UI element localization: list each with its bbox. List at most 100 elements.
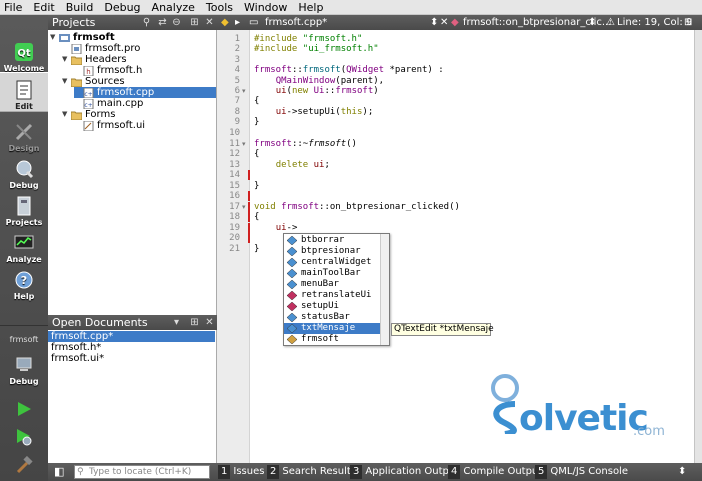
completion-item[interactable]: btborrar: [284, 235, 380, 246]
code-line[interactable]: }: [254, 117, 259, 127]
more-panes-icon[interactable]: ⬍: [678, 465, 686, 479]
back-icon[interactable]: ◆: [221, 16, 229, 29]
completion-item-label: centralWidget: [301, 257, 372, 267]
target-selector[interactable]: Debug: [0, 348, 48, 386]
completion-item[interactable]: txtMensaje: [284, 323, 380, 334]
code-line[interactable]: QMainWindow(parent),: [254, 76, 384, 86]
svg-text:c+: c+: [84, 91, 92, 98]
tree-item-folder[interactable]: ▼ Headers: [62, 54, 127, 65]
completion-item[interactable]: menuBar: [284, 279, 380, 290]
code-line[interactable]: frmsoft::~frmsoft(): [254, 139, 357, 149]
split-icon[interactable]: ⊞: [188, 16, 201, 29]
mode-projects[interactable]: Projects: [0, 187, 48, 227]
completion-item-label: frmsoft: [301, 334, 339, 344]
collapse-icon[interactable]: ▼: [50, 32, 59, 43]
combo-arrow-icon[interactable]: ⬍: [430, 16, 438, 29]
mode-help[interactable]: ? Help: [0, 261, 48, 301]
tree-item-file[interactable]: frmsoft.pro: [62, 43, 140, 54]
completion-item[interactable]: centralWidget: [284, 257, 380, 268]
projects-pane-title[interactable]: Projects: [52, 16, 95, 29]
close-document-icon[interactable]: ✕: [440, 16, 448, 29]
completion-item[interactable]: mainToolBar: [284, 268, 380, 279]
code-line[interactable]: ui->: [254, 223, 298, 233]
output-pane-qml-console[interactable]: 5 QML/JS Console: [535, 465, 628, 479]
code-line[interactable]: delete ui;: [254, 160, 330, 170]
code-line[interactable]: {: [254, 212, 259, 222]
toggle-sidebar-icon[interactable]: ◧: [54, 465, 64, 479]
sync-icon[interactable]: ⇄: [156, 16, 169, 29]
code-line[interactable]: {: [254, 149, 259, 159]
collapse-icon[interactable]: ▼: [62, 109, 71, 120]
mode-edit[interactable]: Edit: [0, 72, 48, 112]
tree-item-folder[interactable]: ▼ Sources: [62, 76, 125, 87]
open-document-item[interactable]: frmsoft.ui*: [48, 353, 215, 364]
split-icon[interactable]: ⊞: [684, 16, 692, 29]
code-line[interactable]: void frmsoft::on_btpresionar_clicked(): [254, 202, 460, 212]
menu-window[interactable]: Window: [244, 1, 287, 14]
build-button[interactable]: [14, 455, 34, 475]
menu-build[interactable]: Build: [66, 1, 94, 14]
tree-item-file[interactable]: frmsoft.ui: [74, 120, 145, 131]
menu-tools[interactable]: Tools: [206, 1, 233, 14]
link-icon[interactable]: ⊖: [170, 16, 183, 29]
code-line[interactable]: frmsoft::frmsoft(QWidget *parent) :: [254, 65, 444, 75]
forward-icon[interactable]: ▸: [235, 16, 240, 29]
collapse-icon[interactable]: ▼: [62, 76, 71, 87]
tree-item-folder[interactable]: ▼ Forms: [62, 109, 115, 120]
run-button[interactable]: [14, 399, 34, 419]
code-line[interactable]: ui->setupUi(this);: [254, 107, 374, 117]
output-pane-search-results[interactable]: 2 Search Results: [267, 465, 356, 479]
mode-analyze[interactable]: Analyze: [0, 224, 48, 264]
completion-item[interactable]: frmsoft: [284, 334, 380, 345]
code-line[interactable]: ui(new Ui::frmsoft): [254, 86, 379, 96]
code-line[interactable]: }: [254, 244, 259, 254]
output-pane-compile-output[interactable]: 4 Compile Output: [448, 465, 542, 479]
member-icon: [287, 247, 297, 256]
menu-edit[interactable]: Edit: [33, 1, 54, 14]
code-line[interactable]: #include "ui_frmsoft.h": [254, 44, 379, 54]
tree-item-file[interactable]: h frmsoft.h: [74, 65, 142, 76]
pro-file-icon: [71, 43, 82, 54]
completion-scrollbar[interactable]: [380, 234, 389, 345]
close-icon[interactable]: ✕: [203, 16, 216, 29]
menu-analyze[interactable]: Analyze: [152, 1, 195, 14]
close-icon[interactable]: ✕: [203, 316, 216, 329]
fold-icon[interactable]: ▾: [242, 139, 246, 149]
tree-item-file[interactable]: c+ main.cpp: [74, 98, 143, 109]
help-icon: ?: [14, 270, 34, 290]
code-line[interactable]: {: [254, 96, 259, 106]
tree-item-project[interactable]: ▼ frmsoft: [50, 32, 115, 43]
debug-run-button[interactable]: [14, 427, 34, 447]
code-line[interactable]: }: [254, 181, 259, 191]
completion-item[interactable]: btpresionar: [284, 246, 380, 257]
mode-debug[interactable]: Debug: [0, 150, 48, 190]
open-documents-title[interactable]: Open Documents: [52, 316, 148, 329]
pane-label: QML/JS Console: [550, 466, 628, 477]
menu-help[interactable]: Help: [298, 1, 323, 14]
combo-arrow-icon[interactable]: ⬍: [588, 16, 596, 29]
output-pane-application-output[interactable]: 3 Application Output: [350, 465, 459, 479]
completion-item[interactable]: statusBar: [284, 312, 380, 323]
menu-debug[interactable]: Debug: [104, 1, 140, 14]
dropdown-icon[interactable]: ▾: [170, 316, 183, 329]
filter-icon[interactable]: ⚲: [140, 16, 153, 29]
fold-icon[interactable]: ▾: [242, 202, 246, 212]
menu-file[interactable]: File: [4, 1, 22, 14]
mode-design[interactable]: Design: [0, 113, 48, 153]
split-icon[interactable]: ⊞: [188, 316, 201, 329]
tree-item-file-selected[interactable]: c+ frmsoft.cpp: [74, 87, 216, 98]
mode-welcome[interactable]: Qt Welcome: [0, 33, 48, 73]
completion-item[interactable]: setupUi: [284, 301, 380, 312]
collapse-icon[interactable]: ▼: [62, 54, 71, 65]
code-line[interactable]: #include "frmsoft.h": [254, 34, 362, 44]
open-document-item[interactable]: frmsoft.h*: [48, 342, 215, 353]
line-number: 3: [234, 55, 240, 65]
locate-input[interactable]: ⚲ Type to locate (Ctrl+K): [74, 465, 210, 479]
fold-icon[interactable]: ▾: [242, 86, 246, 96]
editor-scrollbar[interactable]: [694, 30, 702, 463]
output-pane-issues[interactable]: 1 Issues: [218, 465, 264, 479]
editor-file-combo[interactable]: frmsoft.cpp*: [265, 16, 327, 29]
completion-item[interactable]: retranslateUi: [284, 290, 380, 301]
open-document-item[interactable]: frmsoft.cpp*: [48, 331, 215, 342]
mode-separator: [0, 325, 48, 326]
